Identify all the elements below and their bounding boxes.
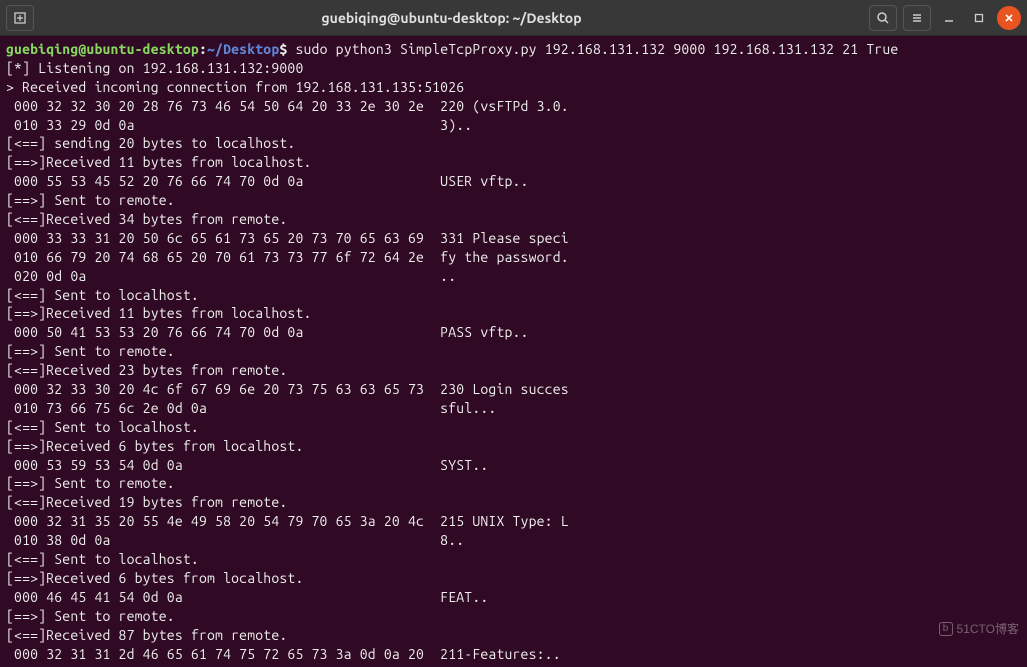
output-line: [<==] Sent to localhost. — [6, 287, 199, 303]
output-line: [<==]Received 34 bytes from remote. — [6, 211, 287, 227]
output-line: 010 73 66 75 6c 2e 0d 0a sful... — [6, 400, 496, 416]
window-title: guebiqing@ubuntu-desktop: ~/Desktop — [34, 10, 869, 26]
output-line: 010 66 79 20 74 68 65 20 70 61 73 73 77 … — [6, 249, 569, 265]
search-icon — [876, 11, 890, 25]
output-line: 000 55 53 45 52 20 76 66 74 70 0d 0a USE… — [6, 173, 529, 189]
output-line: > Received incoming connection from 192.… — [6, 79, 464, 95]
output-line: 000 46 45 41 54 0d 0a FEAT.. — [6, 589, 488, 605]
output-line: 010 38 0d 0a 8.. — [6, 532, 464, 548]
command-text: sudo python3 SimpleTcpProxy.py 192.168.1… — [287, 41, 898, 57]
output-line: [==>] Sent to remote. — [6, 475, 175, 491]
output-line: 000 33 33 31 20 50 6c 65 61 73 65 20 73 … — [6, 230, 569, 246]
maximize-button[interactable] — [967, 6, 991, 30]
output-line: [==>]Received 11 bytes from localhost. — [6, 305, 312, 321]
new-tab-button[interactable] — [6, 5, 34, 31]
output-line: [==>]Received 11 bytes from localhost. — [6, 154, 312, 170]
minimize-icon — [943, 12, 955, 24]
terminal-content[interactable]: guebiqing@ubuntu-desktop:~/Desktop$ sudo… — [0, 36, 1027, 667]
output-line: [==>]Received 6 bytes from localhost. — [6, 438, 303, 454]
output-line: [<==]Received 87 bytes from remote. — [6, 627, 287, 643]
output-line: [*] Listening on 192.168.131.132:9000 — [6, 60, 303, 76]
output-line: [<==]Received 19 bytes from remote. — [6, 494, 287, 510]
minimize-button[interactable] — [937, 6, 961, 30]
output-line: 020 0d 0a .. — [6, 268, 456, 284]
output-line: 000 32 31 31 2d 46 65 61 74 75 72 65 73 … — [6, 646, 569, 662]
watermark: b 51CTO博客 — [939, 620, 1019, 637]
output-line: [==>] Sent to remote. — [6, 343, 175, 359]
output-line: 000 32 32 30 20 28 76 73 46 54 50 64 20 … — [6, 98, 569, 114]
output-line: [==>] Sent to remote. — [6, 608, 175, 624]
output-line: [<==] sending 20 bytes to localhost. — [6, 135, 295, 151]
search-button[interactable] — [869, 5, 897, 31]
hamburger-icon — [910, 11, 924, 25]
prompt-path: ~/Desktop — [207, 41, 279, 57]
output-line: [<==]Received 23 bytes from remote. — [6, 362, 287, 378]
titlebar-left — [6, 5, 34, 31]
output-line: 000 53 59 53 54 0d 0a SYST.. — [6, 457, 488, 473]
output-line: [==>] Sent to remote. — [6, 192, 175, 208]
titlebar: guebiqing@ubuntu-desktop: ~/Desktop — [0, 0, 1027, 36]
prompt-user: guebiqing@ubuntu-desktop — [6, 41, 199, 57]
menu-button[interactable] — [903, 5, 931, 31]
close-icon — [1003, 12, 1015, 24]
output-line: 000 32 31 35 20 55 4e 49 58 20 54 79 70 … — [6, 513, 569, 529]
watermark-icon: b — [939, 622, 953, 636]
output-line: 000 32 33 30 20 4c 6f 67 69 6e 20 73 75 … — [6, 381, 569, 397]
maximize-icon — [973, 12, 985, 24]
output-line: [==>]Received 6 bytes from localhost. — [6, 570, 303, 586]
output-line: [<==] Sent to localhost. — [6, 419, 199, 435]
new-tab-icon — [13, 11, 27, 25]
close-button[interactable] — [997, 6, 1021, 30]
output-line: 000 50 41 53 53 20 76 66 74 70 0d 0a PAS… — [6, 324, 529, 340]
prompt-colon: : — [199, 41, 207, 57]
titlebar-right — [869, 5, 1021, 31]
output-line: 010 33 29 0d 0a 3).. — [6, 117, 472, 133]
output-line: [<==] Sent to localhost. — [6, 551, 199, 567]
watermark-text: 51CTO博客 — [957, 620, 1019, 637]
